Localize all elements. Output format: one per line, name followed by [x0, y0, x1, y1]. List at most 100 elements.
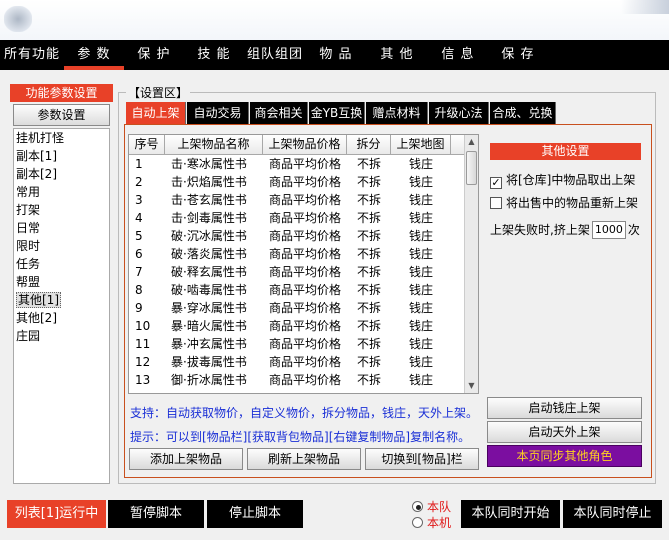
table-row[interactable]: 12 暴·拔毒属性书 商品平均价格 不拆 钱庄: [129, 353, 466, 371]
table-row[interactable]: 1 击·寒冰属性书 商品平均价格 不拆 钱庄: [129, 155, 466, 173]
table-cell: 不拆: [356, 373, 381, 387]
table-cell: 3: [135, 193, 143, 207]
col-item-price[interactable]: 上架物品价格: [263, 135, 347, 155]
menu-protect[interactable]: 保 护: [124, 40, 184, 70]
table-row[interactable]: 5 破·沉冰属性书 商品平均价格 不拆 钱庄: [129, 227, 466, 245]
table-cell: 钱庄: [408, 247, 433, 261]
list-item[interactable]: 打架: [14, 201, 109, 219]
table-cell: 钱庄: [408, 373, 433, 387]
table-row[interactable]: 2 击·炽焰属性书 商品平均价格 不拆 钱庄: [129, 173, 466, 191]
list-item[interactable]: 日常: [14, 219, 109, 237]
param-settings-button[interactable]: 参数设置: [13, 104, 110, 126]
list-item[interactable]: 副本[2]: [14, 165, 109, 183]
relist-selling-checkbox[interactable]: 将出售中的物品重新上架: [490, 195, 638, 211]
sync-other-roles-button[interactable]: 本页同步其他角色: [487, 445, 642, 467]
table-row[interactable]: 9 暴·穿冰属性书 商品平均价格 不拆 钱庄: [129, 299, 466, 317]
list-item[interactable]: 限时: [14, 237, 109, 255]
radio-unselected-icon[interactable]: [412, 517, 423, 528]
table-cell: 2: [135, 175, 143, 189]
list-item[interactable]: 常用: [14, 183, 109, 201]
scroll-thumb[interactable]: [466, 151, 477, 185]
team-stop-all-button[interactable]: 本队同时停止: [563, 500, 662, 528]
table-cell: 破·沉冰属性书: [171, 229, 247, 243]
table-cell: 钱庄: [408, 175, 433, 189]
list-item[interactable]: 帮盟: [14, 273, 109, 291]
start-qianzhuang-button[interactable]: 启动钱庄上架: [487, 397, 642, 419]
team-start-all-button[interactable]: 本队同时开始: [461, 500, 560, 528]
table-row[interactable]: 10 暴·暗火属性书 商品平均价格 不拆 钱庄: [129, 317, 466, 335]
tab-guild[interactable]: 商会相关: [250, 102, 308, 124]
checkbox-unchecked-icon[interactable]: [490, 197, 502, 209]
table-row[interactable]: 8 破·啮毒属性书 商品平均价格 不拆 钱庄: [129, 281, 466, 299]
checkbox-checked-icon[interactable]: ✓: [490, 177, 502, 189]
tab-compose-exchange[interactable]: 合成、兑换: [490, 102, 556, 124]
list-item[interactable]: 其他[2]: [14, 309, 109, 327]
refresh-listing-button[interactable]: 刷新上架物品: [247, 448, 361, 470]
table-row[interactable]: 13 御·折冰属性书 商品平均价格 不拆 钱庄: [129, 371, 466, 389]
table-cell: 不拆: [356, 229, 381, 243]
table-row[interactable]: 4 击·剑毒属性书 商品平均价格 不拆 钱庄: [129, 209, 466, 227]
table-cell: 12: [135, 355, 151, 369]
col-map[interactable]: 上架地图: [391, 135, 451, 155]
list-item[interactable]: 副本[1]: [14, 147, 109, 165]
table-row[interactable]: 11 暴·冲玄属性书 商品平均价格 不拆 钱庄: [129, 335, 466, 353]
menu-skills[interactable]: 技 能: [184, 40, 244, 70]
radio-selected-icon[interactable]: [412, 501, 423, 512]
table-cell: 暴·冲玄属性书: [171, 337, 247, 351]
table-cell: 暴·拔毒属性书: [171, 355, 247, 369]
table-cell: 钱庄: [408, 157, 433, 171]
add-listing-button[interactable]: 添加上架物品: [129, 448, 243, 470]
scroll-down-icon[interactable]: ▼: [465, 379, 478, 393]
switch-item-tab-button[interactable]: 切换到[物品]栏: [365, 448, 479, 470]
menu-other[interactable]: 其 他: [366, 40, 428, 70]
table-cell: 8: [135, 283, 143, 297]
list-item[interactable]: 庄园: [14, 327, 109, 345]
function-list[interactable]: 挂机打怪 副本[1] 副本[2] 常用 打架 日常 限时 任务 帮盟 其他[1]…: [13, 128, 110, 484]
table-row[interactable]: 6 破·落炎属性书 商品平均价格 不拆 钱庄: [129, 245, 466, 263]
table-cell: 10: [135, 319, 151, 333]
run-status-button[interactable]: 列表[1]运行中: [7, 500, 106, 528]
tab-upgrade-mind[interactable]: 升级心法: [429, 102, 489, 124]
menu-save[interactable]: 保 存: [488, 40, 548, 70]
table-row[interactable]: 3 击·苍玄属性书 商品平均价格 不拆 钱庄: [129, 191, 466, 209]
retry-count-input[interactable]: 1000: [591, 221, 626, 239]
tab-auto-trade[interactable]: 自动交易: [187, 102, 249, 124]
menu-items[interactable]: 物 品: [306, 40, 366, 70]
radio-local[interactable]: 本机: [412, 515, 451, 531]
table-cell: 商品平均价格: [268, 355, 341, 369]
list-item-selected[interactable]: 其他[1]: [14, 291, 109, 309]
tab-auto-listing[interactable]: 自动上架: [126, 102, 186, 124]
support-text: 支持：自动获取物价，自定义物价，拆分物品，钱庄，天外上架。: [130, 406, 479, 420]
table-cell: 商品平均价格: [268, 229, 341, 243]
list-item[interactable]: 任务: [14, 255, 109, 273]
menu-team[interactable]: 组队组团: [244, 40, 306, 70]
start-tianwai-button[interactable]: 启动天外上架: [487, 421, 642, 443]
col-index[interactable]: 序号: [129, 135, 165, 155]
menu-all-functions[interactable]: 所有功能: [0, 40, 64, 70]
table-cell: 5: [135, 229, 143, 243]
table-row[interactable]: 7 破·释玄属性书 商品平均价格 不拆 钱庄: [129, 263, 466, 281]
table-cell: 不拆: [356, 283, 381, 297]
table-cell: 不拆: [356, 301, 381, 315]
menu-params[interactable]: 参 数: [64, 40, 124, 70]
table-cell: 破·落炎属性书: [171, 247, 247, 261]
listing-table[interactable]: 序号 上架物品名称 上架物品价格 拆分 上架地图 1 击·寒冰属性书 商品平均价格不…: [128, 134, 479, 394]
list-item[interactable]: 挂机打怪: [14, 129, 109, 147]
table-cell: 不拆: [356, 211, 381, 225]
col-item-name[interactable]: 上架物品名称: [165, 135, 263, 155]
table-cell: 钱庄: [408, 193, 433, 207]
table-cell: 钱庄: [408, 355, 433, 369]
pause-script-button[interactable]: 暂停脚本: [108, 500, 204, 528]
radio-team[interactable]: 本队: [412, 499, 451, 515]
table-scrollbar[interactable]: ▲ ▼: [464, 135, 478, 393]
table-cell: 商品平均价格: [268, 337, 341, 351]
take-from-warehouse-checkbox[interactable]: ✓ 将[仓库]中物品取出上架: [490, 172, 635, 189]
col-split[interactable]: 拆分: [347, 135, 391, 155]
scroll-up-icon[interactable]: ▲: [465, 135, 478, 149]
table-cell: 御·折冰属性书: [171, 373, 247, 387]
table-cell: 1: [135, 157, 143, 171]
tab-gold-exchange[interactable]: 金YB互换: [309, 102, 365, 124]
stop-script-button[interactable]: 停止脚本: [207, 500, 303, 528]
tab-gift-materials[interactable]: 赠点材料: [366, 102, 428, 124]
menu-info[interactable]: 信 息: [428, 40, 488, 70]
